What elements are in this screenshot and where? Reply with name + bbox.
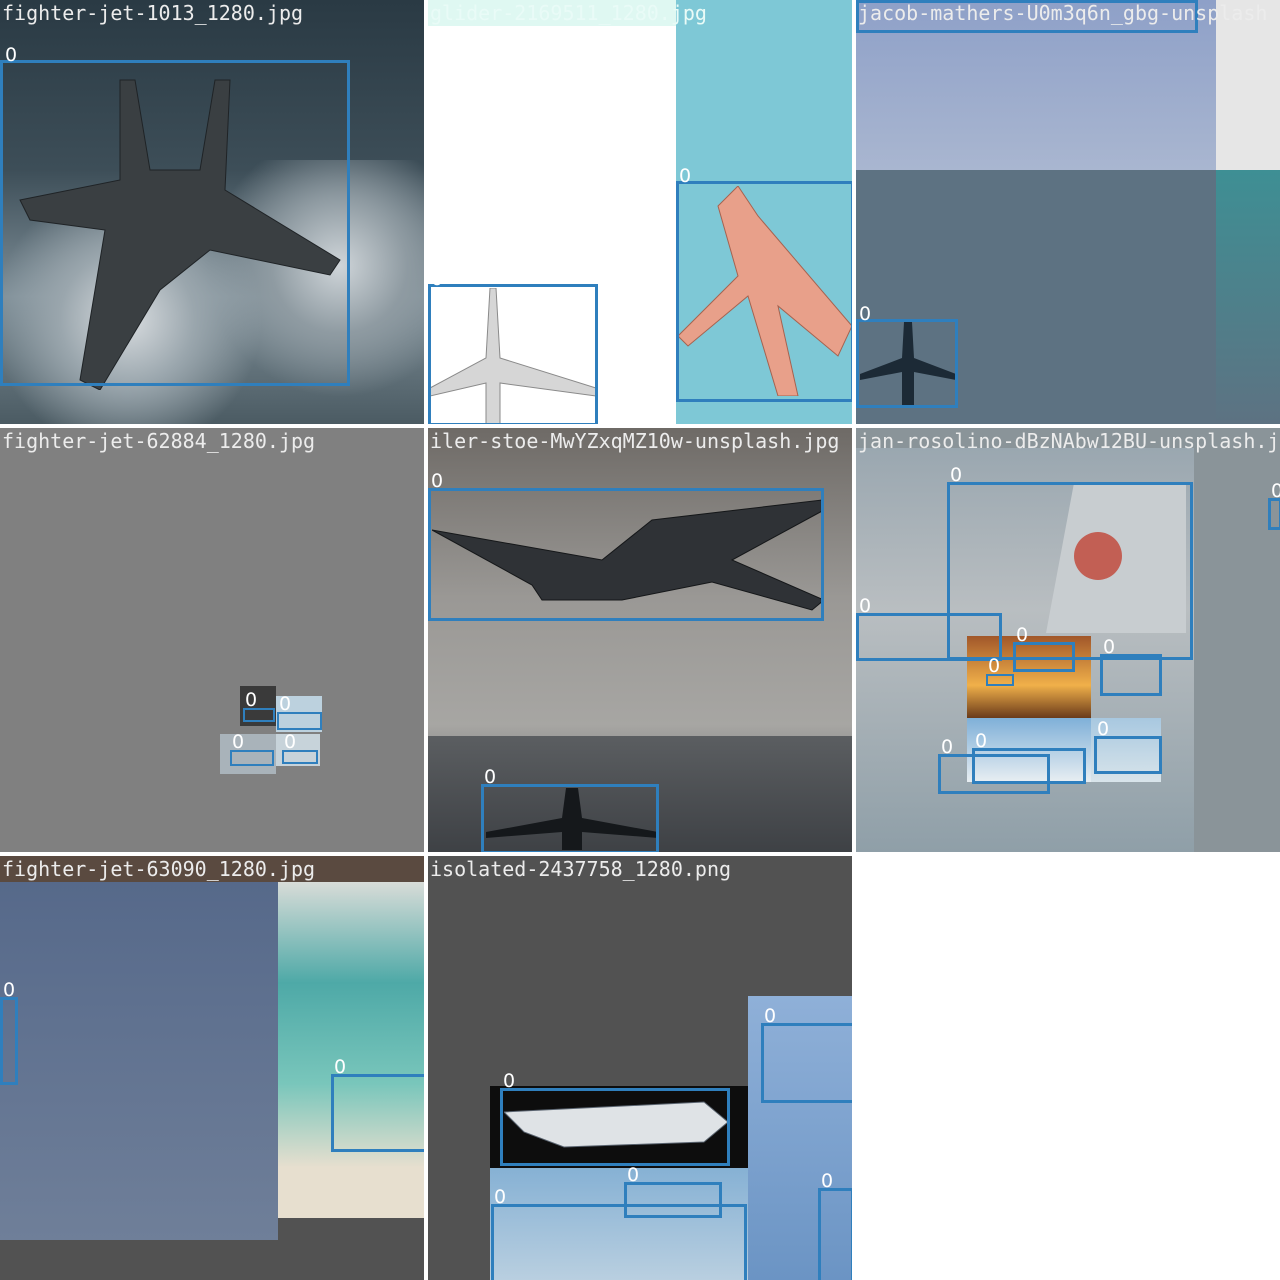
beach-region	[278, 882, 424, 1218]
class-label: 0	[941, 736, 954, 758]
class-label: 0	[3, 979, 16, 1001]
tile-title: fighter-jet-63090_1280.jpg	[2, 857, 316, 881]
tile-title: jacob-mathers-U0m3q6n_gbg-unsplash	[858, 1, 1268, 25]
class-label: 0	[821, 1170, 834, 1192]
class-label: 0	[1016, 624, 1029, 646]
class-label: 0	[1103, 636, 1116, 658]
bounding-box: 0	[761, 1006, 852, 1103]
mosaic-tile: 0 0 glider-2169511_1280.jpg	[428, 0, 852, 424]
bounding-box: 0	[856, 304, 958, 408]
tile-title: fighter-jet-62884_1280.jpg	[2, 429, 316, 453]
class-label: 0	[232, 731, 245, 753]
bounding-box: 0	[0, 980, 18, 1085]
bounding-box: 0	[856, 596, 1002, 661]
tile-title: glider-2169511_1280.jpg	[430, 1, 707, 25]
bounding-box: 0	[230, 732, 274, 766]
class-label: 0	[334, 1056, 347, 1078]
mosaic-tile: 0 fighter-jet-1013_1280.jpg	[0, 0, 424, 424]
class-label: 0	[859, 595, 872, 617]
bounding-box: 0	[277, 694, 322, 730]
bounding-box: 0	[243, 690, 275, 722]
bounding-box: 0	[1100, 637, 1162, 696]
mosaic-tile: 0 0 0 0 fighter-jet-62884_1280.jpg	[0, 428, 424, 852]
class-label: 0	[988, 655, 1001, 677]
class-label: 0	[431, 268, 444, 290]
bounding-box: 0	[1268, 481, 1280, 530]
tile-title: fighter-jet-1013_1280.jpg	[2, 1, 304, 25]
class-label: 0	[975, 730, 988, 752]
class-label: 0	[764, 1005, 777, 1027]
bounding-box: 0	[818, 1171, 852, 1280]
bounding-box: 0	[491, 1187, 747, 1280]
class-label: 0	[484, 766, 497, 788]
sky-region	[0, 882, 278, 1240]
class-label: 0	[245, 689, 258, 711]
bounding-box: 0	[986, 656, 1014, 686]
bounding-box: 0	[331, 1057, 424, 1152]
bounding-box: 0	[1094, 719, 1162, 774]
mosaic-tile: 0 jacob-mathers-U0m3q6n_gbg-unsplash	[856, 0, 1280, 424]
tile-title: isolated-2437758_1280.png	[430, 857, 732, 881]
class-label: 0	[679, 165, 692, 187]
class-label: 0	[1271, 480, 1280, 502]
mosaic-tile: 0 0 0 0 0 isolated-2437758_1280.png	[428, 856, 852, 1280]
bounding-box: 0	[938, 737, 1050, 794]
class-label: 0	[627, 1164, 640, 1186]
class-label: 0	[431, 470, 444, 492]
bounding-box: 0	[1013, 625, 1075, 672]
class-label: 0	[950, 464, 963, 486]
class-label: 0	[494, 1186, 507, 1208]
bounding-box: 0	[676, 166, 852, 402]
bounding-box: 0	[428, 269, 598, 424]
bounding-box: 0	[481, 767, 659, 852]
class-label: 0	[503, 1070, 516, 1092]
bounding-box: 0	[500, 1071, 730, 1166]
bounding-box: 0	[282, 732, 318, 764]
mosaic-tile: 0 0 0 0 0 0 0 0 0 jan-rosolino-dBzNAbw12…	[856, 428, 1280, 852]
tile-title: jan-rosolino-dBzNAbw12BU-unsplash.jp	[858, 429, 1280, 453]
class-label: 0	[5, 44, 18, 66]
bounding-box: 0	[0, 45, 350, 386]
mosaic-tile: 0 0 fighter-jet-63090_1280.jpg	[0, 856, 424, 1280]
bounding-box: 0	[428, 471, 824, 621]
class-label: 0	[284, 731, 297, 753]
class-label: 0	[859, 303, 872, 325]
class-label: 0	[279, 693, 292, 715]
class-label: 0	[1097, 718, 1110, 740]
mosaic-tile: 0 0 iler-stoe-MwYZxqMZ10w-unsplash.jpg	[428, 428, 852, 852]
tile-title: iler-stoe-MwYZxqMZ10w-unsplash.jpg	[430, 429, 840, 453]
sea-region	[1216, 170, 1280, 424]
